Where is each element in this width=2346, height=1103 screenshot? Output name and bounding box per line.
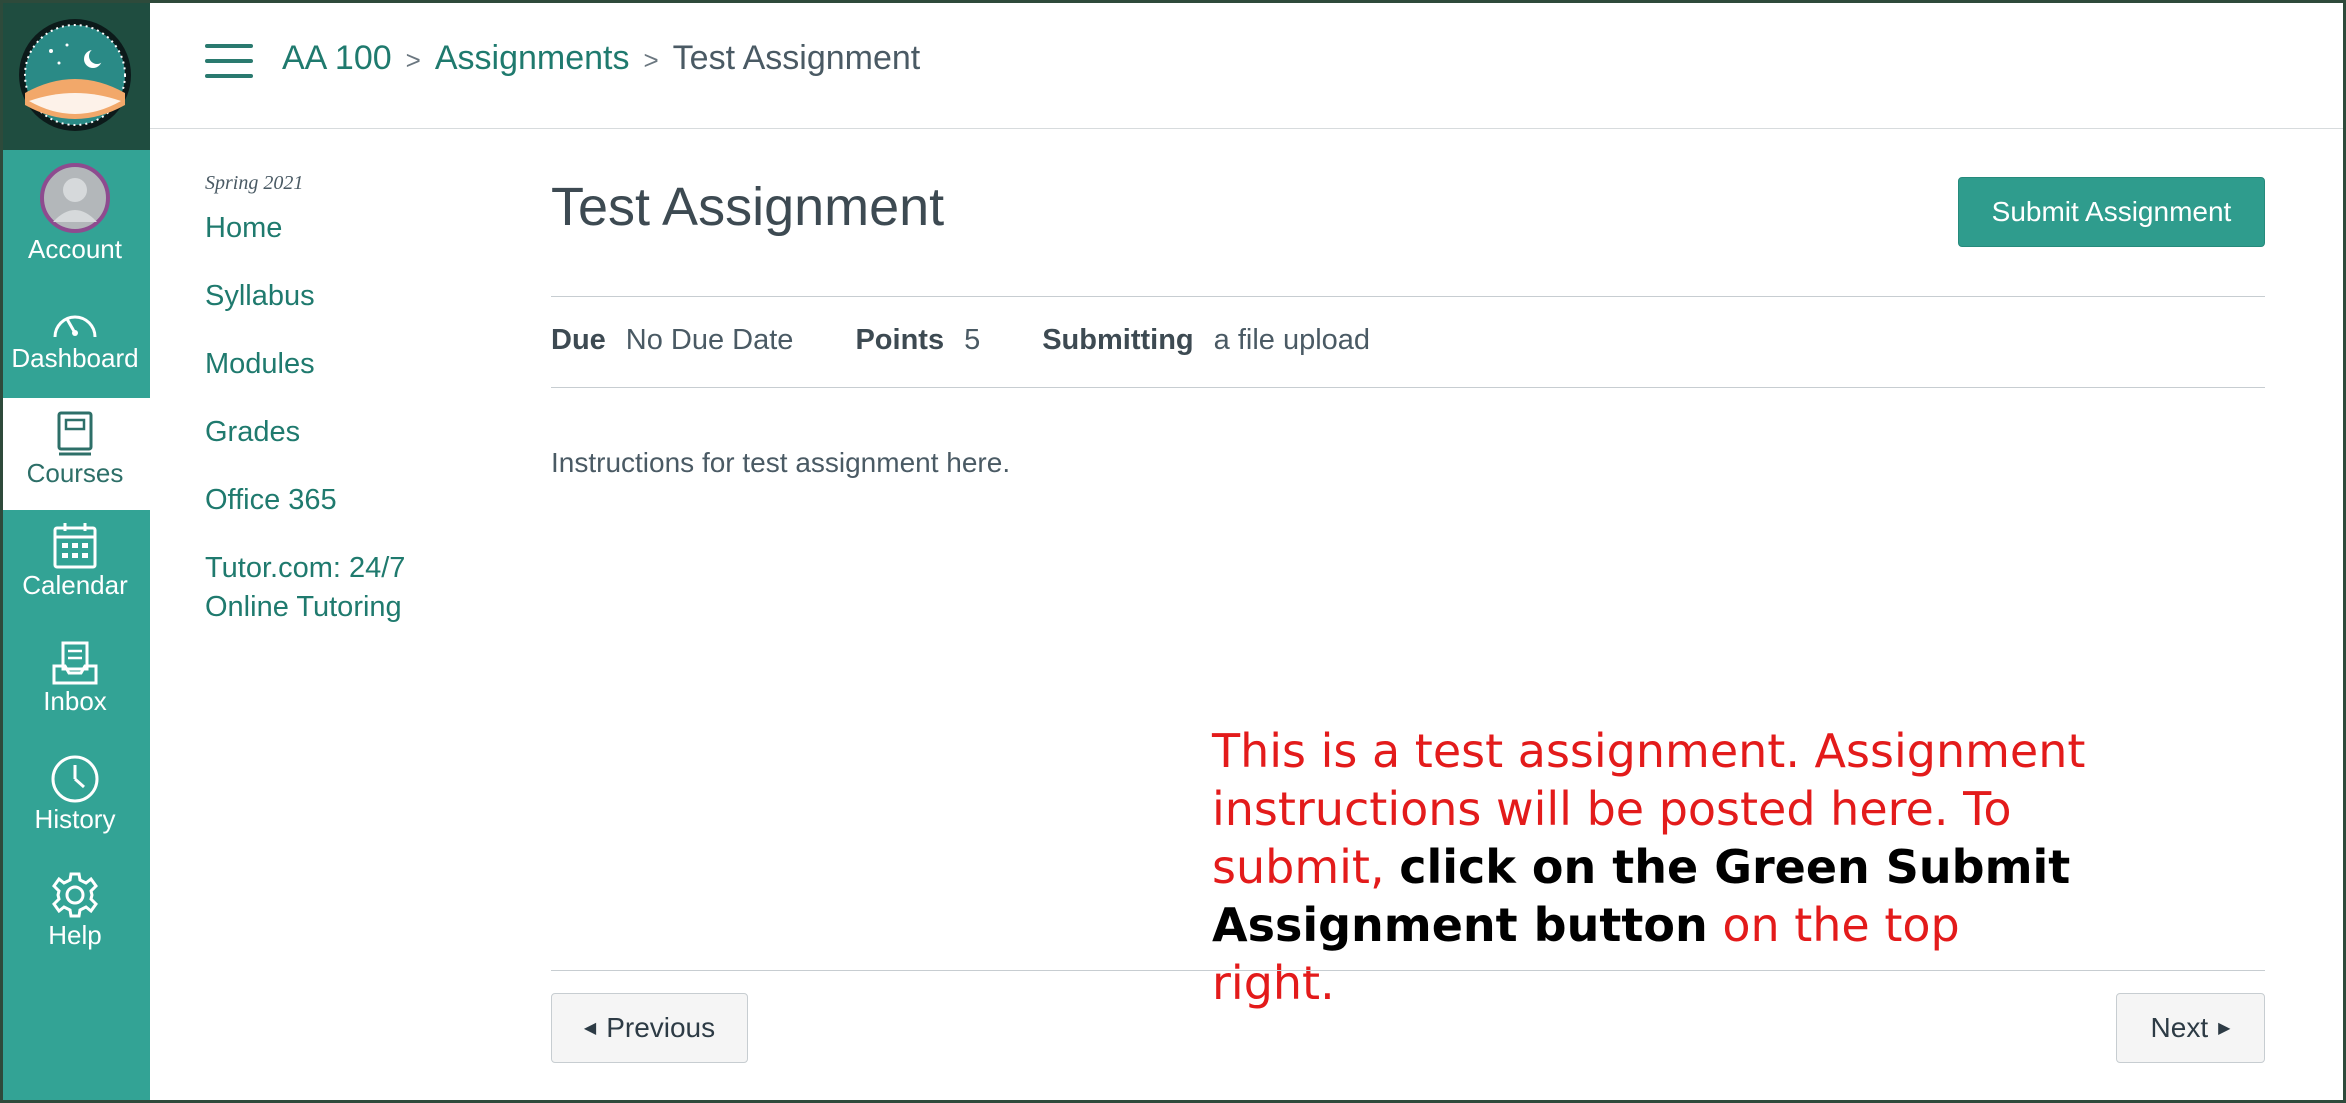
triangle-right-icon: ▶	[2218, 1020, 2231, 1037]
breadcrumb-course[interactable]: AA 100	[282, 39, 392, 77]
previous-button[interactable]: ◀ Previous	[551, 993, 748, 1063]
nav-calendar[interactable]: Calendar	[0, 522, 150, 600]
dashboard-icon	[53, 315, 97, 338]
points-label: Points	[855, 324, 945, 356]
courses-icon	[57, 411, 93, 456]
nav-label: Inbox	[43, 686, 107, 716]
nav-inbox[interactable]: Inbox	[0, 640, 150, 716]
term-label: Spring 2021	[205, 172, 304, 194]
submit-assignment-button[interactable]: Submit Assignment	[1958, 177, 2265, 247]
inbox-icon	[52, 641, 98, 685]
nav-label: Calendar	[22, 570, 128, 600]
divider	[551, 970, 2265, 971]
course-nav-syllabus[interactable]: Syllabus	[205, 277, 475, 316]
course-nav-tutor-line2: Online Tutoring	[205, 591, 402, 623]
previous-label: Previous	[606, 1012, 716, 1043]
submitting-label: Submitting	[1042, 324, 1194, 356]
history-icon	[51, 755, 99, 803]
due-value: No Due Date	[625, 324, 794, 356]
course-nav-grades[interactable]: Grades	[205, 413, 475, 452]
page-title: Test Assignment	[551, 177, 945, 237]
help-icon	[52, 872, 98, 918]
next-button[interactable]: Next ▶	[2116, 993, 2265, 1063]
assignment-content: Test Assignment Submit Assignment Due No …	[551, 0, 2265, 1103]
hamburger-menu-icon[interactable]	[205, 44, 253, 78]
course-nav-office-365[interactable]: Office 365	[205, 481, 475, 520]
avatar	[40, 163, 110, 233]
assignment-details: Due No Due Date Points 5 Submitting a file up…	[551, 320, 1370, 360]
instruction-annotation: This is a test assignment. Assignment in…	[1212, 722, 2092, 1012]
triangle-left-icon: ◀	[583, 1020, 597, 1037]
nav-label: Account	[28, 234, 122, 264]
nav-label: History	[34, 804, 116, 834]
nav-courses[interactable]: Courses	[0, 398, 150, 510]
nav-label: Help	[48, 920, 102, 950]
course-nav: Spring 2021 Home Syllabus Modules Grades…	[205, 172, 475, 627]
nav-label: Courses	[26, 458, 124, 488]
submitting-value: a file upload	[1213, 324, 1371, 356]
nav-account[interactable]: Account	[0, 162, 150, 264]
nav-help[interactable]: Help	[0, 870, 150, 950]
divider	[551, 296, 2265, 297]
next-label: Next	[2150, 1012, 2209, 1043]
assignment-instructions: Instructions for test assignment here.	[551, 447, 1011, 478]
divider	[551, 387, 2265, 388]
breadcrumb-separator: >	[405, 45, 421, 75]
nav-history[interactable]: History	[0, 754, 150, 834]
calendar-icon	[53, 523, 97, 569]
global-nav: Account Dashboard Courses Calendar Inbox…	[0, 0, 150, 1103]
course-nav-modules[interactable]: Modules	[205, 345, 475, 384]
logo-icon	[19, 19, 131, 131]
course-nav-tutor[interactable]: Tutor.com: 24/7 Online Tutoring	[205, 549, 475, 627]
points-value: 5	[964, 324, 981, 356]
course-nav-tutor-line1: Tutor.com: 24/7	[205, 552, 406, 584]
course-nav-home[interactable]: Home	[205, 209, 475, 248]
nav-dashboard[interactable]: Dashboard	[0, 303, 150, 373]
due-label: Due	[551, 324, 606, 356]
nav-label: Dashboard	[11, 343, 139, 373]
institution-logo[interactable]	[0, 0, 150, 150]
